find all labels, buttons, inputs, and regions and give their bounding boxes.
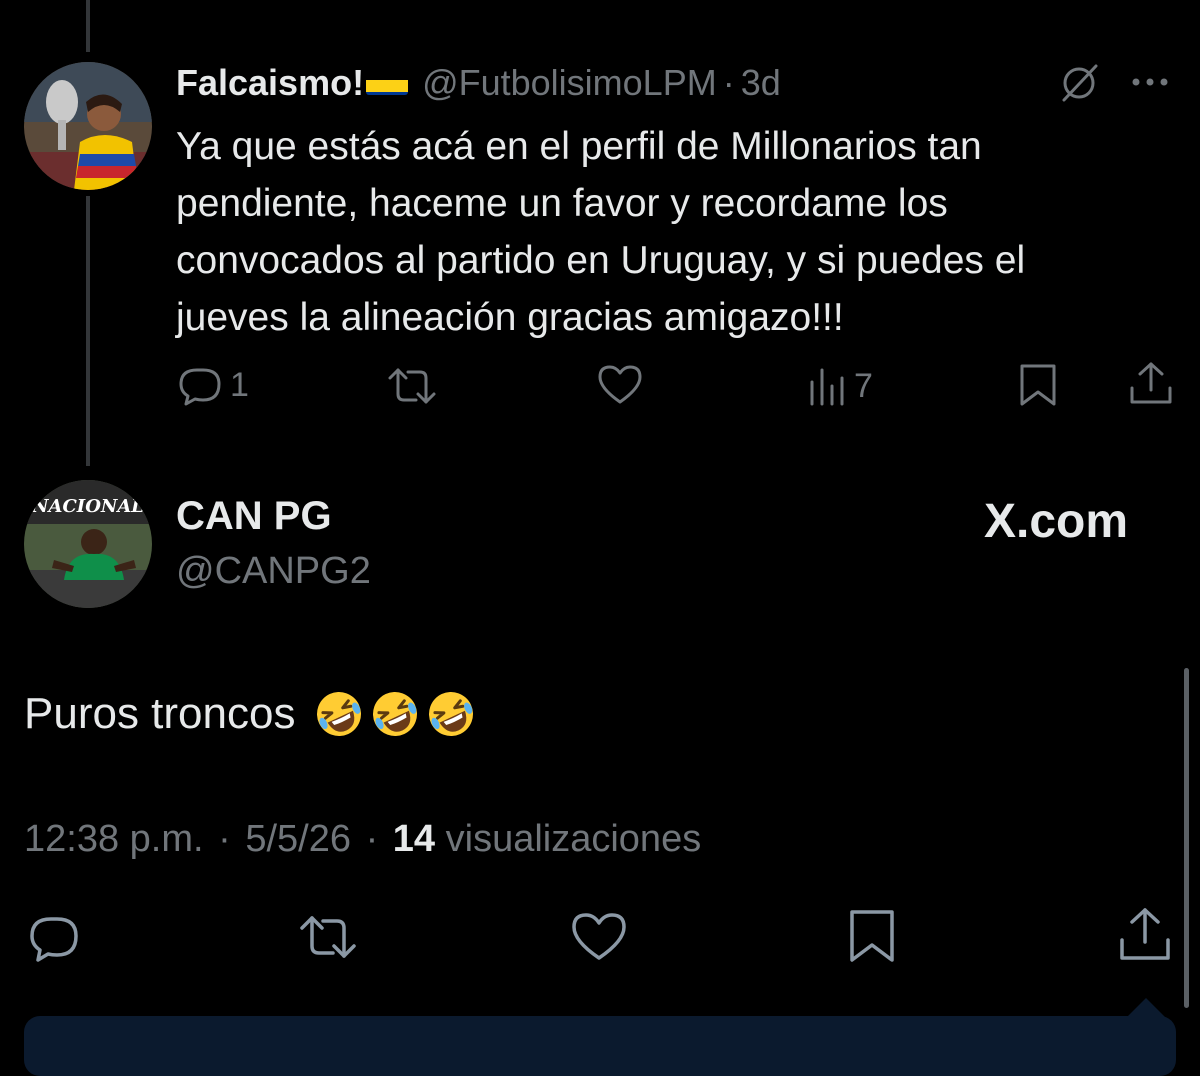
reply-text-line: jueves la alineación gracias amigazo!!! [176,296,844,339]
timestamp-time[interactable]: 12:38 p.m. [24,818,204,860]
tweet-body: Puros troncos [24,689,296,738]
display-name[interactable]: Falcaismo! [176,62,364,104]
bookmark-button[interactable] [1018,362,1058,408]
handle[interactable]: @FutbolisimoLPM [422,62,717,104]
reply-header: Falcaismo! @FutbolisimoLPM · 3d [176,62,781,104]
rofl-emoji-icon [425,688,477,740]
share-button[interactable] [1118,906,1172,964]
avatar-canpg[interactable]: NACIONAL [24,480,152,608]
views-count: 7 [854,366,873,405]
x-com-watermark: X.com [984,495,1129,548]
reply-composer[interactable] [24,1016,1176,1076]
post-time[interactable]: 3d [741,62,781,104]
share-icon [1130,362,1172,404]
reply-text: Ya que estás acá en el perfil de Millona… [176,118,1176,346]
retweet-button[interactable] [386,364,438,408]
share-icon [1120,908,1170,960]
tweet-text: Puros troncos [24,684,477,744]
avatar-text: NACIONAL [31,496,144,517]
retweet-icon [388,368,436,404]
thread-line [86,196,90,466]
thread-line [86,0,90,52]
reply-button[interactable] [26,910,82,964]
retweet-icon [300,916,356,958]
retweet-button[interactable] [298,912,358,962]
separator: · [722,62,735,103]
bookmark-icon [1020,364,1056,406]
like-icon [572,913,626,960]
separator: · [365,818,379,860]
reply-icon [179,368,221,406]
share-button[interactable] [1128,360,1174,408]
reply-button[interactable]: 1 [176,362,249,408]
scrollbar-thumb[interactable] [1184,668,1189,1008]
grok-icon[interactable] [1056,60,1102,106]
reply-text-line: convocados al partido en Uruguay, y si p… [176,239,1026,282]
more-icon[interactable] [1130,72,1170,92]
avatar-falcaismo[interactable] [24,62,152,190]
views-number: 14 [392,818,436,860]
views-button[interactable]: 7 [808,364,873,408]
timestamp-date[interactable]: 5/5/26 [245,818,351,860]
like-button[interactable] [570,910,628,964]
like-button[interactable] [596,362,644,408]
reply-icon [30,917,78,962]
views-label[interactable]: visualizaciones [446,818,702,860]
handle[interactable]: @CANPG2 [176,550,371,593]
separator: · [218,818,231,860]
bookmark-icon [850,910,894,962]
bookmark-button[interactable] [848,908,896,964]
rofl-emoji-icon [313,688,365,740]
timestamp-row: 12:38 p.m. · 5/5/26 · 14 visualizaciones [24,818,701,861]
reply-text-line: Ya que estás acá en el perfil de Millona… [176,125,982,168]
colombia-flag-icon [366,71,409,95]
reply-text-line: pendiente, haceme un favor y recordame l… [176,182,948,225]
display-name[interactable]: CAN PG [176,494,332,539]
rofl-emoji-icon [369,688,421,740]
views-icon [810,368,844,406]
composer-pointer-icon [1126,996,1166,1018]
reply-count: 1 [230,365,249,404]
like-icon [598,365,642,404]
